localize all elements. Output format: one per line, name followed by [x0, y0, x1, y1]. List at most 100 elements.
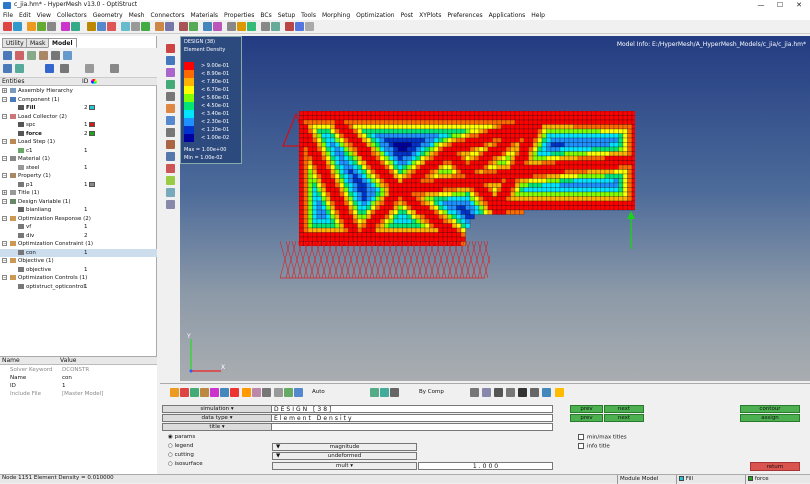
tree-item-force[interactable]: force 2 — [0, 130, 157, 138]
mesh-icon[interactable] — [247, 22, 256, 31]
tag-icon[interactable] — [203, 22, 212, 31]
property-value[interactable]: DCONSTR — [62, 367, 89, 373]
property-value[interactable]: con — [62, 375, 72, 381]
view-icon[interactable] — [131, 22, 140, 31]
bycomp-dropdown[interactable]: By Comp — [419, 389, 444, 395]
params-radio[interactable]: ◉ params — [168, 434, 195, 440]
expand-icon[interactable]: + — [2, 88, 7, 93]
view-zoom-icon[interactable] — [166, 104, 175, 113]
collapse-icon[interactable]: − — [2, 198, 7, 204]
zoom-icon[interactable] — [107, 22, 116, 31]
view-shade-icon[interactable] — [166, 164, 175, 173]
star-icon[interactable] — [555, 388, 564, 397]
reverse-icon[interactable] — [390, 388, 399, 397]
next-datatype-button[interactable]: next — [604, 414, 644, 422]
color-swatch[interactable] — [89, 105, 95, 110]
pan-icon[interactable] — [97, 22, 106, 31]
vector-icon[interactable] — [190, 388, 199, 397]
menu-preferences[interactable]: Preferences — [444, 11, 485, 20]
scale-field[interactable]: 1.000 — [418, 462, 553, 470]
tree-item-fill[interactable]: Fill 2 — [0, 104, 157, 112]
auto-dropdown[interactable]: Auto — [312, 389, 325, 395]
iso-icon[interactable] — [252, 388, 261, 397]
menu-morphing[interactable]: Morphing — [319, 11, 353, 20]
menu-edit[interactable]: Edit — [16, 11, 34, 20]
element-icon[interactable] — [271, 22, 280, 31]
collapse-icon[interactable]: − — [2, 96, 7, 102]
export-icon[interactable] — [47, 22, 56, 31]
prev-datatype-button[interactable]: prev — [570, 414, 603, 422]
delete-icon[interactable] — [230, 388, 239, 397]
mask-icon[interactable] — [155, 22, 164, 31]
settings-icon[interactable] — [305, 22, 314, 31]
menu-collectors[interactable]: Collectors — [54, 11, 90, 20]
tree-item-material-1[interactable]: − Material (1) — [0, 155, 157, 163]
minmax-titles-checkbox[interactable]: min/max titles — [578, 434, 627, 441]
tree-item-vf[interactable]: vf 1 — [0, 223, 157, 231]
view-features-icon[interactable] — [166, 188, 175, 197]
collapse-icon[interactable]: − — [2, 139, 7, 144]
browser-isolate-icon[interactable] — [60, 64, 69, 73]
menu-properties[interactable]: Properties — [221, 11, 257, 20]
maximize-button[interactable]: ☐ — [771, 0, 789, 10]
menu-connectors[interactable]: Connectors — [147, 11, 187, 20]
tree-item-optimization-constraint-1[interactable]: − Optimization Constraint (1) — [0, 240, 157, 248]
menu-applications[interactable]: Applications — [486, 11, 529, 20]
simulation-field[interactable]: DESIGN [38] — [271, 405, 553, 413]
tree-item-load-step-1[interactable]: − Load Step (1) — [0, 138, 157, 146]
view-front-icon[interactable] — [166, 56, 175, 65]
view-center-icon[interactable] — [166, 140, 175, 149]
solid-icon[interactable] — [518, 388, 527, 397]
collapse-icon[interactable]: − — [2, 173, 7, 178]
unmask-icon[interactable] — [165, 22, 174, 31]
hatch-icon[interactable] — [530, 388, 539, 397]
lines-icon[interactable] — [494, 388, 503, 397]
view-edges-icon[interactable] — [166, 200, 175, 209]
new-file-icon[interactable] — [3, 22, 12, 31]
clip-icon[interactable] — [285, 22, 294, 31]
collapse-icon[interactable]: − — [2, 275, 7, 280]
close-button[interactable]: ✕ — [790, 0, 808, 10]
minimize-button[interactable]: — — [752, 0, 770, 10]
tree-item-c1[interactable]: c1 1 — [0, 147, 157, 155]
menu-tools[interactable]: Tools — [298, 11, 319, 20]
tree-item-objective[interactable]: objective 1 — [0, 266, 157, 274]
next-simulation-button[interactable]: next — [604, 405, 644, 413]
view-mesh-icon[interactable] — [166, 176, 175, 185]
select-icon[interactable] — [141, 22, 150, 31]
title-button[interactable]: title ▾ — [162, 423, 272, 431]
cutting-radio[interactable]: ○ cutting — [168, 452, 194, 458]
menu-mesh[interactable]: Mesh — [126, 11, 148, 20]
legend-radio[interactable]: ○ legend — [168, 443, 193, 449]
wire-icon[interactable] — [237, 22, 246, 31]
deformed-icon[interactable] — [210, 388, 219, 397]
collapse-icon[interactable]: − — [2, 156, 7, 161]
datatype-button[interactable]: data type ▾ — [162, 414, 272, 422]
title-field[interactable] — [271, 423, 553, 431]
tree-item-optimization-controls-1[interactable]: − Optimization Controls (1) — [0, 274, 157, 282]
tree-item-objective-1[interactable]: − Objective (1) — [0, 257, 157, 265]
tree-item-spc[interactable]: spc 1 — [0, 121, 157, 129]
collapse-icon[interactable]: − — [2, 258, 7, 263]
tab-mask[interactable]: Mask — [26, 38, 50, 48]
cube-icon[interactable] — [470, 388, 479, 397]
menu-xyplots[interactable]: XYPlots — [416, 11, 444, 20]
copy-icon[interactable] — [542, 388, 551, 397]
contour-icon[interactable] — [170, 388, 179, 397]
menu-help[interactable]: Help — [528, 11, 548, 20]
color-swatch[interactable] — [89, 130, 95, 136]
browser-show-icon[interactable] — [15, 64, 24, 73]
assign-button[interactable]: assign — [740, 414, 800, 422]
tree-item-title-1[interactable]: + Title (1) — [0, 189, 157, 197]
view-iso-icon[interactable] — [166, 80, 175, 89]
contour-button[interactable]: contour — [740, 405, 800, 413]
tree-item-optimization-response-2[interactable]: − Optimization Response (2) — [0, 215, 157, 223]
browser-sets-icon[interactable] — [39, 51, 48, 60]
save-icon[interactable] — [27, 22, 36, 31]
menu-materials[interactable]: Materials — [188, 11, 222, 20]
browser-collapse-icon[interactable] — [3, 64, 12, 73]
tree-item-optistruct-opticontrol[interactable]: optistruct_opticontrol 1 — [0, 283, 157, 291]
view-side-icon[interactable] — [166, 68, 175, 77]
menu-optimization[interactable]: Optimization — [353, 11, 397, 20]
tree-item-bianliang[interactable]: bianliang 1 — [0, 206, 157, 214]
